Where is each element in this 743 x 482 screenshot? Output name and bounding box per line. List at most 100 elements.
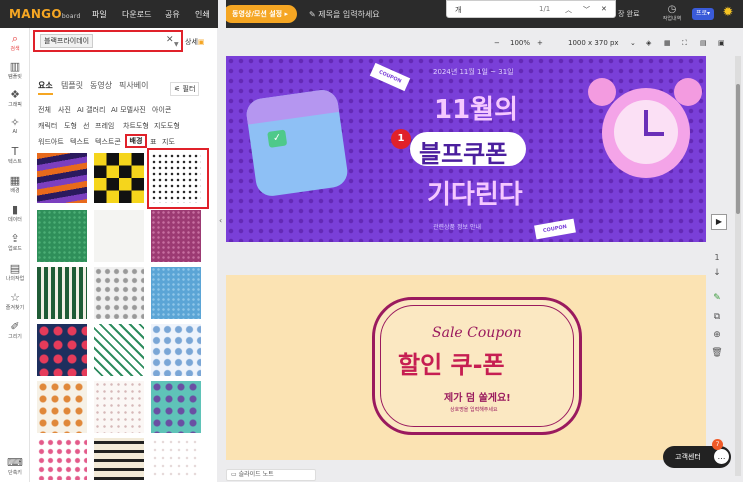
sidebar-item-text[interactable]: T 텍스트 <box>0 145 30 165</box>
search-input[interactable]: 블랙프라이데이 ✕ ▼ <box>33 30 183 52</box>
bg-thumb-pink-dots[interactable] <box>94 381 144 433</box>
zoom-in-button[interactable]: + <box>537 39 543 47</box>
bg-thumb-white[interactable] <box>94 210 144 262</box>
sidebar-item-graphic[interactable]: ❖ 그래픽 <box>0 88 30 108</box>
sidebar-item-brush[interactable]: ✐ 그리기 <box>0 320 30 340</box>
grid-icon[interactable]: ▦ <box>664 39 671 47</box>
chip-frame[interactable]: 프레임 <box>95 121 114 131</box>
slide-canvas-1[interactable]: ✓ COUPON 2024년 11월 1일 ~ 31일 11월의 블프쿠폰 1 … <box>226 56 706 242</box>
chip-text[interactable]: 텍스트 <box>70 137 89 147</box>
chip-map-shape[interactable]: 지도도형 <box>154 121 180 131</box>
bg-thumb-pink-floral[interactable] <box>37 438 87 480</box>
chip-textcon[interactable]: 텍스트콘 <box>95 137 121 147</box>
sidebar-item-background[interactable]: ▦ 배경 <box>0 174 30 194</box>
calendar-graphic[interactable]: ✓ <box>244 88 350 198</box>
filter-button[interactable]: ⚟ 필터 <box>170 82 200 96</box>
slide-note-button[interactable]: ▭ 슬라이드 노트 <box>226 469 316 481</box>
chevron-down-icon[interactable]: ▼ <box>174 41 179 48</box>
find-query[interactable]: 개 <box>455 5 461 15</box>
slide-canvas-2[interactable]: Sale Coupon 할인 쿠-폰 제가 덤 쏠게요! 상호명을 입력해주세요 <box>226 275 706 460</box>
ruler-icon[interactable]: ▤ <box>700 39 707 47</box>
tab-pixabay[interactable]: 픽사베이 <box>119 80 148 91</box>
coupon-title[interactable]: 할인 쿠-폰 <box>398 345 505 380</box>
sidebar-item-star[interactable]: ☆ 즐겨찾기 <box>0 291 30 311</box>
sidebar-item-search[interactable]: ⌕ 검색 <box>0 32 30 52</box>
bg-thumb-light[interactable] <box>151 438 201 480</box>
sidebar-item-upload[interactable]: ⇪ 업로드 <box>0 232 30 252</box>
find-next-icon[interactable]: ﹀ <box>583 5 590 15</box>
chip-chart-shape[interactable]: 차트도형 <box>123 121 149 131</box>
chevron-down-icon[interactable]: ⌄ <box>630 39 636 47</box>
trash-icon[interactable]: 🗑 <box>710 348 724 358</box>
coupon-small-text[interactable]: 상호명을 입력해주세요 <box>450 406 498 413</box>
magic-wand-icon[interactable]: ✎ <box>710 293 724 303</box>
find-prev-icon[interactable]: ︿ <box>565 5 572 15</box>
bg-thumb-pattern[interactable] <box>94 438 144 480</box>
title-line-2[interactable]: 블프쿠폰 <box>419 134 507 169</box>
customer-center-button[interactable]: 고객센터… <box>663 446 731 468</box>
bg-thumb-checker[interactable] <box>94 153 144 203</box>
search-tag[interactable]: 블랙프라이데이 <box>40 34 94 48</box>
coupon-script[interactable]: Sale Coupon <box>432 325 522 341</box>
tab-templates[interactable]: 템플릿 <box>61 80 83 91</box>
bg-thumb-leaf[interactable] <box>94 324 144 376</box>
panel-collapse-handle[interactable]: ‹ <box>218 0 226 482</box>
chip-wordart[interactable]: 워드아트 <box>38 137 64 147</box>
chip-ai-model[interactable]: AI 모델사진 <box>111 105 146 115</box>
add-page-icon[interactable]: ⊕ <box>710 330 724 340</box>
tab-elements[interactable]: 요소 <box>38 80 53 95</box>
play-icon[interactable]: ▶ <box>711 214 727 230</box>
zoom-level[interactable]: 100% <box>510 39 530 47</box>
menu-print[interactable]: 인쇄 <box>195 9 210 20</box>
bg-thumb-stripes[interactable] <box>37 153 87 203</box>
chip-photo[interactable]: 사진 <box>58 105 71 115</box>
copy-icon[interactable]: ⧉ <box>710 312 724 322</box>
menu-share[interactable]: 공유 <box>165 9 180 20</box>
title-line-1[interactable]: 11월의 <box>434 89 518 126</box>
chip-table[interactable]: 표 <box>150 137 156 147</box>
bg-thumb-blue-floral[interactable] <box>151 324 201 376</box>
chip-character[interactable]: 캐릭터 <box>38 121 57 131</box>
detail-search-button[interactable]: 상세▣ <box>185 37 205 47</box>
bg-thumb-blue[interactable] <box>151 267 201 319</box>
sidebar-item-chart[interactable]: ▮ 데이터 <box>0 203 30 223</box>
chip-ai-gallery[interactable]: AI 갤러리 <box>77 105 105 115</box>
bg-thumb-autumn[interactable] <box>37 381 87 433</box>
app-logo[interactable]: MANGOboard <box>9 7 81 21</box>
gear-icon[interactable]: ✹ <box>720 5 736 21</box>
zoom-out-button[interactable]: − <box>494 39 500 47</box>
clear-icon[interactable]: ✕ <box>166 35 174 45</box>
bg-thumb-green-stripes[interactable] <box>37 267 87 319</box>
chip-shape[interactable]: 도형 <box>64 121 77 131</box>
find-bar[interactable]: 개 1/1 ︿ ﹀ ✕ <box>446 0 616 18</box>
bg-thumb-floral-grey[interactable] <box>94 267 144 319</box>
find-close-icon[interactable]: ✕ <box>601 5 607 13</box>
bg-thumb-green[interactable] <box>37 210 87 262</box>
bg-thumb-teal[interactable] <box>151 381 201 433</box>
footer-text[interactable]: 관련상품 정보 안내 <box>433 222 481 231</box>
chip-line[interactable]: 선 <box>83 121 89 131</box>
chip-background[interactable]: 배경 <box>125 134 147 148</box>
chip-icon[interactable]: 아이콘 <box>152 105 171 115</box>
title-line-3[interactable]: 기다린다 <box>427 174 523 211</box>
sidebar-item-folder[interactable]: ▤ 나의작업 <box>0 262 30 282</box>
fit-icon[interactable]: ⛶ <box>682 39 687 48</box>
video-motion-button[interactable]: 동영상/모션 설정 ▸ <box>223 5 298 23</box>
fullscreen-icon[interactable]: ▣ <box>718 39 725 47</box>
sidebar-item-keyboard[interactable]: ⌨ 단축키 <box>0 456 30 476</box>
arrow-down-icon[interactable]: ↓ <box>710 268 724 278</box>
canvas-size[interactable]: 1000 x 370 px <box>568 39 619 47</box>
chip-map[interactable]: 지도 <box>162 137 175 147</box>
chip-all[interactable]: 전체 <box>38 105 51 115</box>
coupon-subtitle[interactable]: 제가 덤 쏠게요! <box>444 389 511 404</box>
title-input[interactable]: ✎ 제목을 입력하세요 <box>309 9 380 20</box>
layers-icon[interactable]: ◈ <box>646 39 651 47</box>
scrollbar-thumb[interactable] <box>736 84 740 214</box>
sidebar-item-template[interactable]: ▥ 템플릿 <box>0 60 30 80</box>
bg-thumb-hibiscus[interactable] <box>37 324 87 376</box>
menu-file[interactable]: 파일 <box>92 9 107 20</box>
pro-badge[interactable]: 프로▾ <box>692 8 715 20</box>
sidebar-item-ai[interactable]: ✧ AI <box>0 116 30 135</box>
tab-videos[interactable]: 동영상 <box>90 80 112 91</box>
bg-thumb-purple[interactable] <box>151 210 201 262</box>
